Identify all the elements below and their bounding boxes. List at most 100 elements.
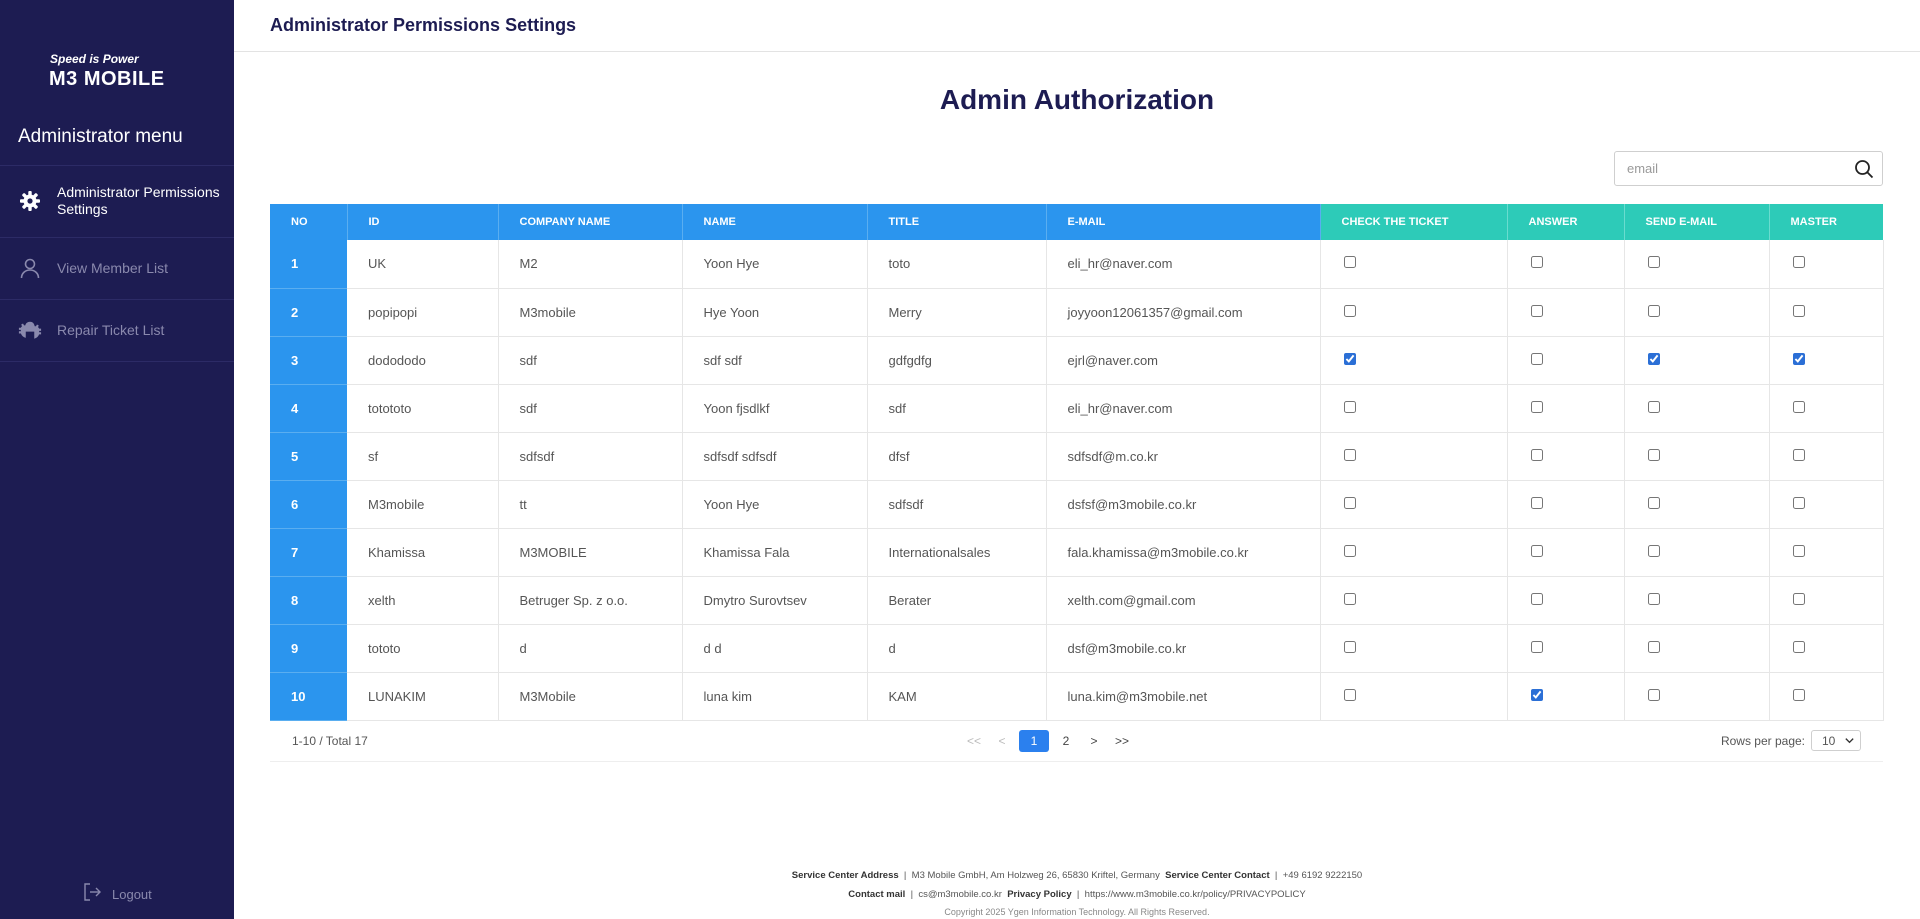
send-email-checkbox[interactable]: [1647, 496, 1660, 509]
answer-checkbox[interactable]: [1530, 448, 1543, 461]
sidebar-item-repair-ticket-list[interactable]: Repair Ticket List: [0, 300, 234, 360]
column-header-send-email[interactable]: SEND E-MAIL: [1624, 204, 1770, 240]
gear-icon: [18, 189, 42, 213]
check-ticket-checkbox[interactable]: [1343, 448, 1356, 461]
send-email-checkbox[interactable]: [1647, 640, 1660, 653]
table-row: 5 sf sdfsdf sdfsdf sdfsdf dfsf sdfsdf@m.co.kr: [270, 432, 1884, 481]
answer-checkbox[interactable]: [1530, 352, 1543, 365]
chevron-down-icon: [1844, 735, 1855, 749]
send-email-checkbox[interactable]: [1647, 352, 1660, 365]
cell-company: Betruger Sp. z o.o.: [498, 576, 683, 625]
prev-page-button[interactable]: <: [991, 730, 1013, 752]
logo[interactable]: Speed is Power M3 MOBILE: [49, 52, 189, 91]
check-ticket-checkbox[interactable]: [1343, 496, 1356, 509]
cell-send-email: [1624, 240, 1770, 289]
email-search: [1614, 151, 1883, 186]
check-ticket-checkbox[interactable]: [1343, 400, 1356, 413]
mail-link[interactable]: cs@m3mobile.co.kr: [918, 889, 1002, 900]
master-checkbox[interactable]: [1792, 592, 1805, 605]
logout-label: Logout: [112, 887, 152, 902]
rows-per-page-value: 10: [1822, 733, 1836, 748]
answer-checkbox[interactable]: [1530, 400, 1543, 413]
answer-checkbox[interactable]: [1530, 544, 1543, 557]
answer-checkbox[interactable]: [1530, 640, 1543, 653]
cell-no: 8: [270, 576, 347, 625]
column-header-check-ticket[interactable]: CHECK THE TICKET: [1320, 204, 1508, 240]
page-button-2[interactable]: 2: [1055, 730, 1077, 752]
cell-check-ticket: [1320, 336, 1508, 385]
table-header-row: NO ID COMPANY NAME NAME TITLE E-MAIL CHE…: [270, 204, 1883, 240]
send-email-checkbox[interactable]: [1647, 448, 1660, 461]
column-header-email[interactable]: E-MAIL: [1046, 204, 1321, 240]
master-checkbox[interactable]: [1792, 352, 1805, 365]
footer: Service Center Address | M3 Mobile GmbH,…: [234, 866, 1920, 919]
contact-phone: +49 6192 9222150: [1282, 870, 1363, 881]
sidebar-item-view-member-list[interactable]: View Member List: [0, 238, 234, 298]
master-checkbox[interactable]: [1792, 304, 1805, 317]
column-header-master[interactable]: MASTER: [1769, 204, 1883, 240]
column-header-id[interactable]: ID: [347, 204, 499, 240]
table-row: 4 totototo sdf Yoon fjsdlkf sdf eli_hr@naver.…: [270, 384, 1884, 433]
rows-per-page-select[interactable]: 10: [1811, 730, 1861, 751]
rows-per-page: Rows per page: 10: [1721, 730, 1861, 751]
check-ticket-checkbox[interactable]: [1343, 640, 1356, 653]
check-ticket-checkbox[interactable]: [1343, 256, 1356, 269]
cell-check-ticket: [1320, 240, 1508, 289]
pagination-bar: 1-10 / Total 17 << < 1 2 > >> Rows per p…: [270, 719, 1883, 762]
cell-title: dfsf: [867, 432, 1047, 481]
check-ticket-checkbox[interactable]: [1343, 688, 1356, 701]
search-input[interactable]: [1627, 152, 1847, 185]
column-header-name[interactable]: NAME: [682, 204, 868, 240]
send-email-checkbox[interactable]: [1647, 544, 1660, 557]
send-email-checkbox[interactable]: [1647, 400, 1660, 413]
answer-checkbox[interactable]: [1530, 496, 1543, 509]
cell-master: [1769, 288, 1884, 337]
logout-button[interactable]: Logout: [82, 882, 152, 907]
cell-email: eli_hr@naver.com: [1046, 240, 1321, 289]
column-header-answer[interactable]: ANSWER: [1507, 204, 1625, 240]
column-header-company[interactable]: COMPANY NAME: [498, 204, 683, 240]
search-icon[interactable]: [1854, 159, 1874, 179]
master-checkbox[interactable]: [1792, 688, 1805, 701]
answer-checkbox[interactable]: [1530, 688, 1543, 701]
master-checkbox[interactable]: [1792, 400, 1805, 413]
check-ticket-checkbox[interactable]: [1343, 544, 1356, 557]
send-email-checkbox[interactable]: [1647, 592, 1660, 605]
page-button-1[interactable]: 1: [1019, 730, 1049, 752]
sidebar-item-admin-permissions[interactable]: Administrator Permissions Settings: [0, 171, 234, 231]
cell-title: KAM: [867, 672, 1047, 721]
next-page-button[interactable]: >: [1083, 730, 1105, 752]
column-header-title[interactable]: TITLE: [867, 204, 1047, 240]
send-email-checkbox[interactable]: [1647, 688, 1660, 701]
cell-name: Yoon Hye: [682, 480, 868, 529]
cell-master: [1769, 384, 1884, 433]
cell-answer: [1507, 480, 1625, 529]
last-page-button[interactable]: >>: [1111, 730, 1133, 752]
check-ticket-checkbox[interactable]: [1343, 352, 1356, 365]
column-header-no[interactable]: NO: [270, 204, 348, 240]
cell-email: fala.khamissa@m3mobile.co.kr: [1046, 528, 1321, 577]
check-ticket-checkbox[interactable]: [1343, 304, 1356, 317]
answer-checkbox[interactable]: [1530, 592, 1543, 605]
contact-label: Service Center Contact: [1165, 870, 1270, 881]
sidebar-item-label: Administrator Permissions Settings: [57, 184, 220, 217]
master-checkbox[interactable]: [1792, 640, 1805, 653]
send-email-checkbox[interactable]: [1647, 304, 1660, 317]
master-checkbox[interactable]: [1792, 496, 1805, 509]
answer-checkbox[interactable]: [1530, 304, 1543, 317]
privacy-link[interactable]: https://www.m3mobile.co.kr/policy/PRIVAC…: [1085, 889, 1306, 900]
master-checkbox[interactable]: [1792, 256, 1805, 269]
divider: [0, 361, 234, 362]
cell-master: [1769, 528, 1884, 577]
master-checkbox[interactable]: [1792, 544, 1805, 557]
table-row: 8 xelth Betruger Sp. z o.o. Dmytro Surovtse…: [270, 576, 1884, 625]
cell-email: eli_hr@naver.com: [1046, 384, 1321, 433]
master-checkbox[interactable]: [1792, 448, 1805, 461]
check-ticket-checkbox[interactable]: [1343, 592, 1356, 605]
cell-name: Yoon Hye: [682, 240, 868, 289]
first-page-button[interactable]: <<: [963, 730, 985, 752]
cell-name: Yoon fjsdlkf: [682, 384, 868, 433]
answer-checkbox[interactable]: [1530, 256, 1543, 269]
send-email-checkbox[interactable]: [1647, 256, 1660, 269]
footer-line-2: Contact mail | cs@m3mobile.co.kr Privacy…: [848, 889, 1306, 900]
